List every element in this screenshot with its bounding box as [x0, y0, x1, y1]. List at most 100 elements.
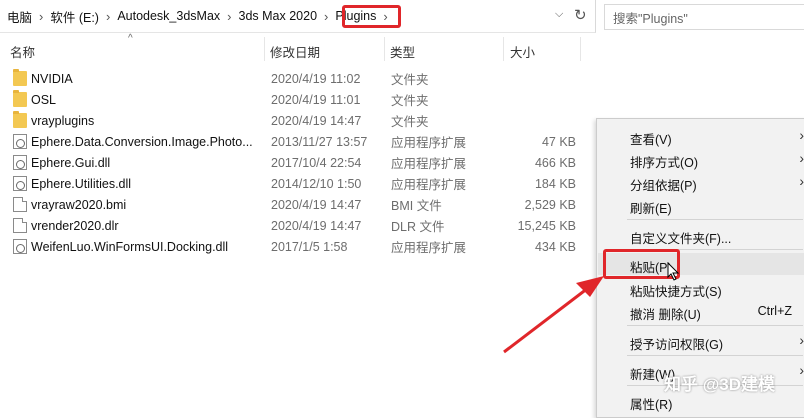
menu-item-paste-shortcut[interactable]: 粘贴快捷方式(S) [598, 277, 804, 299]
file-icon [13, 197, 27, 212]
file-type: 文件夹 [391, 115, 429, 129]
file-size: 184 KB [534, 176, 576, 191]
menu-item-shortcut: Ctrl+Z [757, 304, 792, 318]
file-size: 434 KB [534, 239, 576, 254]
arrow-shaft [503, 283, 593, 354]
file-size: 15,245 KB [517, 218, 576, 233]
list-item[interactable]: vrender2020.dlr 2020/4/19 14:47 DLR 文件 1… [0, 215, 600, 236]
file-name: vrayplugins [31, 113, 95, 128]
file-name: Ephere.Gui.dll [31, 155, 111, 170]
chevron-right-icon: › [799, 362, 804, 378]
sort-ascending-icon: ^ [128, 33, 133, 44]
file-size: 2,529 KB [524, 197, 576, 212]
file-date: 2020/4/19 14:47 [271, 197, 362, 212]
file-date: 2020/4/19 11:01 [271, 92, 361, 107]
file-date: 2014/12/10 1:50 [271, 176, 362, 191]
folder-icon [13, 111, 27, 128]
file-type: 应用程序扩展 [391, 178, 467, 192]
menu-separator [627, 219, 803, 220]
breadcrumb-3dsmax[interactable]: 3ds Max 2020 [234, 9, 323, 23]
menu-item-label: 排序方式(O) [630, 156, 699, 170]
address-bar[interactable]: 电脑 › 软件 (E:) › Autodesk_3dsMax › 3ds Max… [0, 0, 596, 33]
menu-item-label: 撤消 删除(U) [630, 308, 701, 322]
chevron-right-icon[interactable]: › [225, 9, 233, 24]
breadcrumb-computer[interactable]: 电脑 [2, 7, 37, 26]
menu-item-refresh[interactable]: 刷新(E) [598, 194, 804, 216]
menu-item-sort[interactable]: 排序方式(O) › [598, 148, 804, 170]
menu-item-undo-delete[interactable]: 撤消 删除(U) Ctrl+Z [598, 300, 804, 322]
list-item[interactable]: OSL 2020/4/19 11:01 文件夹 [0, 89, 600, 110]
column-header-size[interactable]: 大小 [510, 42, 535, 61]
column-header-type[interactable]: 类型 [390, 42, 415, 61]
file-date: 2020/4/19 14:47 [271, 113, 362, 128]
file-date: 2013/11/27 13:57 [271, 134, 368, 149]
list-item[interactable]: WeifenLuo.WinFormsUI.Docking.dll 2017/1/… [0, 236, 600, 257]
column-divider[interactable] [503, 37, 504, 61]
chevron-right-icon[interactable]: › [322, 9, 330, 24]
menu-item-customize-folder[interactable]: 自定义文件夹(F)... [598, 224, 804, 246]
file-name: NVIDIA [31, 71, 73, 86]
plugins-highlight-box [342, 5, 401, 28]
menu-item-label: 刷新(E) [630, 202, 672, 216]
chevron-right-icon[interactable]: › [37, 9, 45, 24]
breadcrumb-autodesk[interactable]: Autodesk_3dsMax [112, 9, 225, 23]
chevron-right-icon: › [799, 150, 804, 166]
file-type: 文件夹 [391, 73, 429, 87]
file-name: vrayraw2020.bmi [31, 197, 127, 212]
menu-separator [627, 355, 803, 356]
column-divider[interactable] [580, 37, 581, 61]
chevron-right-icon: › [799, 332, 804, 348]
menu-item-label: 查看(V) [630, 133, 672, 147]
watermark: 知乎 @3D建模 [664, 375, 776, 394]
folder-icon [13, 90, 27, 107]
list-item[interactable]: vrayplugins 2020/4/19 14:47 文件夹 [0, 110, 600, 131]
file-date: 2017/1/5 1:58 [271, 239, 348, 254]
file-date: 2020/4/19 11:02 [271, 71, 361, 86]
menu-item-label: 属性(R) [630, 398, 673, 412]
breadcrumb-drive[interactable]: 软件 (E:) [45, 7, 104, 26]
list-item[interactable]: Ephere.Gui.dll 2017/10/4 22:54 应用程序扩展 46… [0, 152, 600, 173]
chevron-right-icon: › [799, 127, 804, 143]
refresh-icon[interactable]: ↻ [574, 6, 587, 24]
column-divider[interactable] [264, 37, 265, 61]
dll-file-icon [13, 134, 27, 149]
file-name: vrender2020.dlr [31, 218, 119, 233]
menu-item-label: 粘贴快捷方式(S) [630, 285, 722, 299]
list-item[interactable]: Ephere.Utilities.dll 2014/12/10 1:50 应用程… [0, 173, 600, 194]
menu-item-label: 授予访问权限(G) [630, 338, 724, 352]
file-size: 466 KB [534, 155, 576, 170]
menu-item-label: 分组依据(P) [630, 179, 697, 193]
file-size: 47 KB [541, 134, 576, 149]
file-type: BMI 文件 [391, 199, 442, 213]
search-placeholder: 搜索"Plugins" [613, 11, 688, 26]
menu-item-grant-access[interactable]: 授予访问权限(G) › [598, 330, 804, 352]
menu-item-view[interactable]: 查看(V) › [598, 125, 804, 147]
dll-file-icon [13, 176, 27, 191]
menu-item-label: 自定义文件夹(F)... [630, 232, 732, 246]
list-item[interactable]: vrayraw2020.bmi 2020/4/19 14:47 BMI 文件 2… [0, 194, 600, 215]
chevron-down-icon[interactable]: ⌵ [555, 8, 563, 21]
file-type: 文件夹 [391, 94, 429, 108]
column-header-date[interactable]: 修改日期 [270, 42, 320, 61]
search-input[interactable]: 搜索"Plugins" [604, 4, 804, 30]
dll-file-icon [13, 239, 27, 254]
chevron-right-icon[interactable]: › [104, 9, 112, 24]
menu-item-group[interactable]: 分组依据(P) › [598, 171, 804, 193]
menu-separator [627, 325, 803, 326]
file-name: Ephere.Data.Conversion.Image.Photo... [31, 134, 253, 149]
list-item[interactable]: NVIDIA 2020/4/19 11:02 文件夹 [0, 68, 600, 89]
file-type: DLR 文件 [391, 220, 445, 234]
file-type: 应用程序扩展 [391, 157, 467, 171]
column-header-name[interactable]: 名称 [10, 42, 35, 61]
column-divider[interactable] [384, 37, 385, 61]
column-headers: 名称 修改日期 类型 大小 [0, 33, 600, 63]
file-name: Ephere.Utilities.dll [31, 176, 132, 191]
file-name: WeifenLuo.WinFormsUI.Docking.dll [31, 239, 229, 254]
file-name: OSL [31, 92, 57, 107]
chevron-right-icon: › [799, 173, 804, 189]
file-type: 应用程序扩展 [391, 136, 467, 150]
list-item[interactable]: Ephere.Data.Conversion.Image.Photo... 20… [0, 131, 600, 152]
file-date: 2017/10/4 22:54 [271, 155, 362, 170]
dll-file-icon [13, 155, 27, 170]
folder-icon [13, 69, 27, 86]
